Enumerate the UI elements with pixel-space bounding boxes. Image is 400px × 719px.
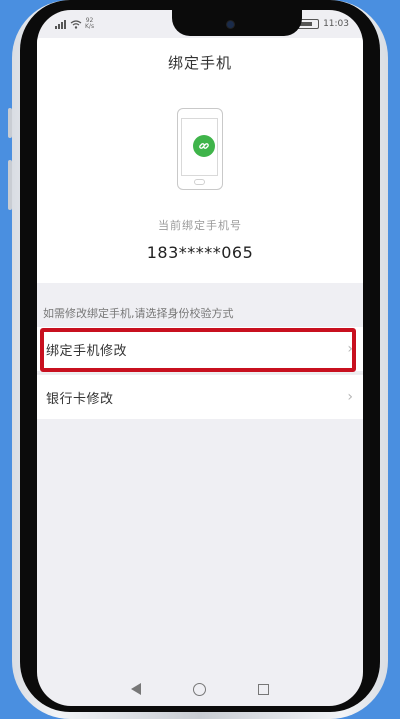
signal-icon	[55, 19, 66, 29]
divider	[37, 373, 363, 374]
phone-screen-outline	[181, 118, 218, 176]
phone-illustration-icon	[177, 108, 223, 190]
wifi-icon	[70, 19, 82, 29]
highlight-box	[40, 328, 356, 372]
net-speed: 92 K/s	[85, 18, 94, 30]
link-icon	[193, 135, 215, 157]
phone-info-card: 绑定手机 当前绑定手机号 183*****065	[37, 38, 363, 283]
nav-bar	[37, 672, 363, 706]
camera-icon	[227, 21, 234, 28]
back-icon[interactable]	[131, 683, 141, 695]
volume-button	[8, 108, 12, 138]
verification-hint: 如需修改绑定手机,请选择身份校验方式	[43, 307, 234, 320]
phone-home-button	[194, 179, 205, 185]
screen: 92 K/s 11:03 绑定手机 当前绑定手机号 183*****065 如需…	[37, 10, 363, 706]
volume-button-2	[8, 160, 12, 210]
current-phone-label: 当前绑定手机号	[158, 219, 242, 232]
net-speed-unit: K/s	[85, 23, 95, 30]
status-time: 11:03	[323, 19, 349, 29]
option-label: 银行卡修改	[46, 391, 114, 407]
page-title: 绑定手机	[167, 54, 232, 72]
home-icon[interactable]	[193, 682, 206, 696]
notch	[172, 10, 302, 36]
chevron-right-icon: ›	[347, 389, 353, 405]
recent-apps-icon[interactable]	[258, 683, 269, 695]
option-bank-card-change[interactable]: 银行卡修改 ›	[37, 375, 363, 419]
phone-number: 183*****065	[146, 243, 254, 262]
